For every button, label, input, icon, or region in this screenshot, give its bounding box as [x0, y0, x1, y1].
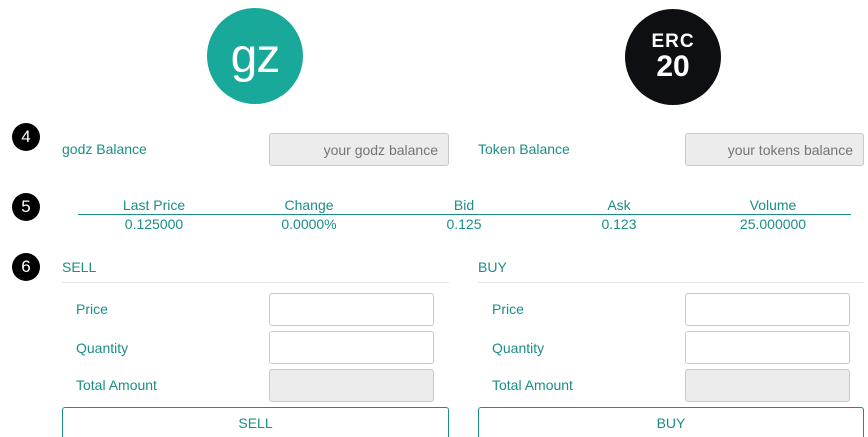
stat-header-volume: Volume: [749, 197, 797, 213]
godz-balance-label: godz Balance: [62, 141, 147, 157]
stat-value-bid: 0.125: [446, 216, 482, 232]
token-balance-label: Token Balance: [478, 141, 570, 157]
sell-quantity-input[interactable]: [269, 331, 434, 364]
stats-divider: [78, 214, 851, 215]
sell-button[interactable]: SELL: [62, 407, 449, 437]
token-balance-field[interactable]: [685, 133, 864, 166]
stat-header-change: Change: [284, 197, 334, 213]
sell-title: SELL: [62, 259, 97, 275]
erc20-logo: ERC 20: [625, 9, 721, 105]
sell-price-label: Price: [76, 301, 108, 317]
godz-logo-text: gz: [230, 29, 281, 83]
stat-value-change: 0.0000%: [281, 216, 337, 232]
buy-button[interactable]: BUY: [478, 407, 864, 437]
sell-total-field[interactable]: [269, 369, 434, 402]
stat-header-bid: Bid: [453, 197, 475, 213]
stat-value-last-price: 0.125000: [124, 216, 184, 232]
sell-divider: [62, 282, 449, 283]
buy-divider: [478, 282, 864, 283]
buy-quantity-input[interactable]: [685, 331, 850, 364]
buy-total-label: Total Amount: [492, 377, 573, 393]
sell-quantity-label: Quantity: [76, 340, 129, 356]
erc20-logo-line2: 20: [656, 50, 690, 83]
buy-price-label: Price: [492, 301, 524, 317]
step-badge-6: 6: [12, 253, 40, 281]
buy-quantity-label: Quantity: [492, 340, 545, 356]
stat-value-volume: 25.000000: [739, 216, 807, 232]
stat-header-ask: Ask: [607, 197, 631, 213]
step-badge-4: 4: [12, 123, 40, 151]
godz-logo: gz: [207, 8, 303, 104]
stat-value-ask: 0.123: [601, 216, 637, 232]
buy-title: BUY: [478, 259, 507, 275]
sell-price-input[interactable]: [269, 293, 434, 326]
buy-total-field[interactable]: [685, 369, 850, 402]
step-badge-5: 5: [12, 193, 40, 221]
sell-total-label: Total Amount: [76, 377, 157, 393]
erc20-logo-line1: ERC: [651, 31, 695, 52]
godz-balance-field[interactable]: [269, 133, 449, 166]
stat-header-last-price: Last Price: [122, 197, 186, 213]
buy-price-input[interactable]: [685, 293, 850, 326]
